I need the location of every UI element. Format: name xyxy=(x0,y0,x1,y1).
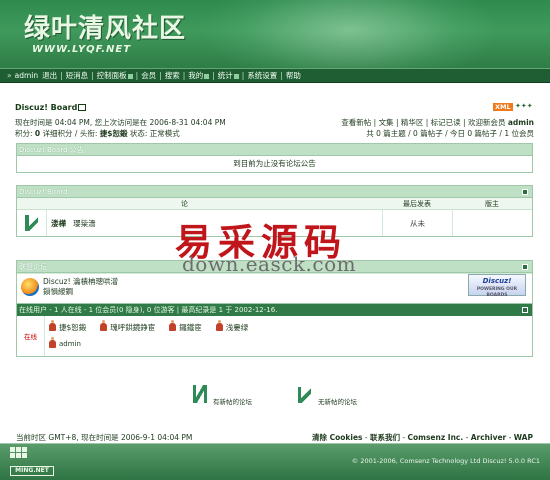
link-new-posts[interactable]: 查看新帖 xyxy=(341,118,371,127)
forum-columns: 论 最后发表 版主 xyxy=(17,198,532,210)
board-stats: 共 0 篇主题 / 0 篇帖子 / 今日 0 篇帖子 / 1 位会员 xyxy=(366,129,534,138)
archiver-link[interactable]: Archiver xyxy=(471,433,507,442)
online-label: 在线 xyxy=(17,316,45,356)
user-icon xyxy=(215,320,223,331)
link-subtitle: 鎻愪緵鐧 xyxy=(43,286,73,296)
link-new-member[interactable]: admin xyxy=(508,118,534,127)
link-elite[interactable]: 精华区 xyxy=(401,118,424,127)
timezone-text: 当前时区 GMT+8, 现在时间是 2006-9-1 04:04 PM xyxy=(16,433,193,442)
wap-link[interactable]: WAP xyxy=(514,433,533,442)
footer: MING.NET © 2001-2006, Comsenz Technology… xyxy=(0,444,550,480)
collapse-icon[interactable] xyxy=(522,189,528,195)
copyright: © 2001-2006, Comsenz Technology Ltd Disc… xyxy=(351,457,540,465)
footer-logo[interactable]: MING.NET xyxy=(10,466,54,476)
user-info: 现在时间是 04:04 PM, 您上次访问是在 2006-8-31 04:04 … xyxy=(15,117,226,139)
site-title[interactable]: 绿叶清风社区 xyxy=(24,8,186,45)
nav-settings[interactable]: 系统设置 xyxy=(245,70,279,81)
online-box: 在线用户 - 1 人在线 - 1 位会员(0 隐身), 0 位游客 | 最高纪录… xyxy=(16,303,533,357)
clear-cookies-link[interactable]: 清除 Cookies xyxy=(312,433,363,442)
collapse-icon[interactable] xyxy=(522,307,528,313)
discuz-badge[interactable]: Discuz! POWERING OUR BOARDS xyxy=(468,274,526,298)
col-last-post: 最后发表 xyxy=(403,200,431,208)
user-icon xyxy=(49,320,56,331)
announcement-text: 到目前为止没有论坛公告 xyxy=(233,159,316,168)
site-url: WWW.LYQF.NET xyxy=(32,44,132,55)
dropdown-icon xyxy=(204,73,210,79)
link-title[interactable]: Discuz! 瀹樻柟璁哄潧 xyxy=(43,277,118,287)
nav-help[interactable]: 帮助 xyxy=(284,70,303,81)
welcome-label: 欢迎新会员 xyxy=(467,118,506,127)
forum-moderator xyxy=(452,210,532,236)
forum-header[interactable]: Discuz! Board xyxy=(19,188,68,196)
contact-link[interactable]: 联系我们 xyxy=(370,433,400,442)
banner-glow xyxy=(200,0,500,68)
nav-stats[interactable]: 统计 xyxy=(216,70,241,81)
site-banner: 绿叶清风社区 WWW.LYQF.NET xyxy=(0,0,550,68)
online-user-admin[interactable]: admin xyxy=(59,340,81,348)
nav-my[interactable]: 我的 xyxy=(186,70,211,81)
col-moderator: 版主 xyxy=(485,200,499,208)
watermark-url: down.easck.com xyxy=(182,252,357,276)
announcement-box: Discuz! Board 公告 到目前为止没有论坛公告 xyxy=(16,143,533,173)
link-digest[interactable]: 文集 xyxy=(379,118,394,127)
nav-user[interactable]: admin xyxy=(13,71,41,80)
legend-old: 无新帖的论坛 xyxy=(298,382,357,406)
discuz-logo-icon[interactable] xyxy=(21,277,39,296)
link-row: Discuz! 瀹樻柟璁哄潧 鎻愪緵鐧 xyxy=(17,273,532,299)
no-new-posts-icon xyxy=(298,385,312,403)
forum-name[interactable]: 溇樺 xyxy=(51,218,66,229)
forum-desc: 瓔粊濇 xyxy=(73,218,96,228)
bottom-bar: 当前时区 GMT+8, 现在时间是 2006-9-1 04:04 PM 清除 C… xyxy=(16,433,533,442)
credits-line: 积分: 0 详细积分 / 头衔: 捷$恕鍛 状态: 正常模式 xyxy=(15,129,180,138)
collapse-arrows-icon[interactable]: ✦✦✦ xyxy=(515,102,533,110)
breadcrumb: Discuz! Board xyxy=(15,103,87,112)
forum-status-icon xyxy=(24,215,39,231)
dropdown-icon xyxy=(127,73,133,79)
xml-feed-button[interactable]: XML xyxy=(493,103,513,111)
online-header: 在线用户 - 1 人在线 - 1 位会员(0 隐身), 0 位游客 | 最高纪录… xyxy=(19,306,278,314)
nav-logout[interactable]: 退出 xyxy=(40,70,59,81)
breadcrumb-board[interactable]: Discuz! Board xyxy=(15,103,77,112)
new-posts-icon xyxy=(193,385,207,403)
collapse-icon[interactable] xyxy=(522,264,528,270)
col-forum: 论 xyxy=(181,200,188,208)
links-header: 联盟论坛 xyxy=(19,263,47,271)
nav-control-panel[interactable]: 控制面板 xyxy=(95,70,135,81)
legend-new: 有新帖的论坛 xyxy=(193,382,252,406)
announcement-header: Discuz! Board 公告 xyxy=(19,146,84,154)
online-legend: 捷$恕鍛 瑰呼鉷鏡錚宦 鑼鐵宦 浅嫑绿 xyxy=(49,320,528,334)
link-mark-read[interactable]: 标记已读 xyxy=(431,118,461,127)
grid-logo-icon xyxy=(10,447,27,458)
nav-messages[interactable]: 短消息 xyxy=(64,70,91,81)
nav-search[interactable]: 搜索 xyxy=(163,70,182,81)
user-icon xyxy=(169,320,177,331)
quick-links: 查看新帖 | 文集 | 精华区 | 标记已读 | 欢迎新会员 admin 共 0… xyxy=(341,118,534,138)
user-title: 捷$恕鍛 xyxy=(99,129,128,138)
user-icon xyxy=(100,320,108,331)
user-icon xyxy=(49,337,56,348)
forum-last-post: 从未 xyxy=(382,210,452,236)
comsenz-link[interactable]: Comsenz Inc. xyxy=(407,433,463,442)
top-nav: » admin 退出 | 短消息 | 控制面板 | 会员 | 搜索 | 我的 | 统计 | 系… xyxy=(0,68,550,83)
dropdown-icon xyxy=(233,73,239,79)
nav-members[interactable]: 会员 xyxy=(139,70,158,81)
time-line: 现在时间是 04:04 PM, 您上次访问是在 2006-8-31 04:04 … xyxy=(15,118,226,127)
window-icon[interactable] xyxy=(78,104,87,111)
